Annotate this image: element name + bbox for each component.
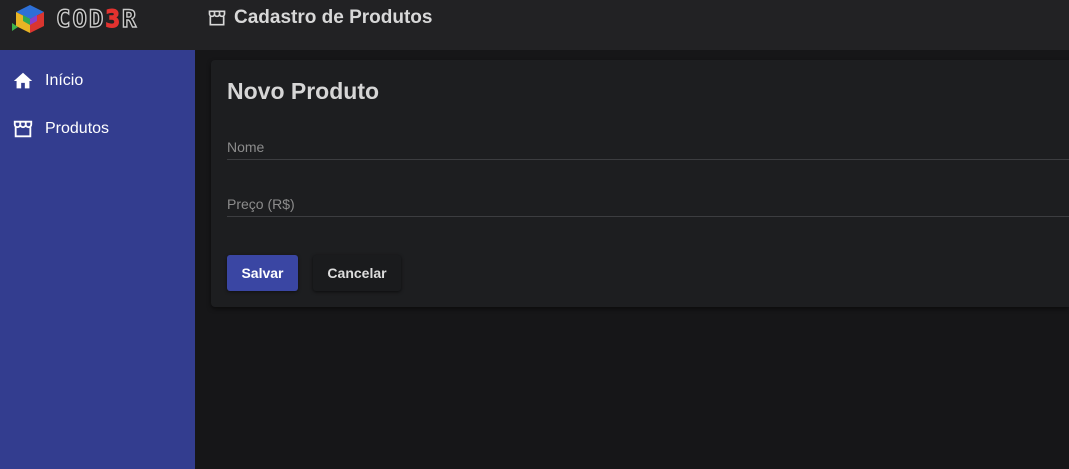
- top-toolbar: COD3R Cadastro de Produtos: [0, 0, 1069, 50]
- sidebar-item-produtos[interactable]: Produtos: [0, 109, 195, 149]
- form-title: Novo Produto: [227, 78, 380, 104]
- store-icon: [207, 8, 227, 28]
- sidebar-item-inicio[interactable]: Início: [0, 61, 195, 101]
- name-input[interactable]: [227, 134, 1069, 159]
- sidebar: Início Produtos: [0, 50, 195, 469]
- name-field: [227, 134, 1069, 160]
- app-title-text: Cadastro de Produtos: [234, 7, 433, 28]
- cod3r-logo[interactable]: COD3R: [10, 3, 182, 35]
- store-icon: [12, 118, 34, 140]
- cancel-button[interactable]: Cancelar: [313, 255, 401, 291]
- sidebar-item-label: Início: [45, 72, 84, 89]
- logo-text: COD3R: [55, 5, 139, 33]
- price-input[interactable]: [227, 191, 1069, 216]
- product-form-card: Novo Produto Salvar Cancelar: [211, 60, 1069, 307]
- sidebar-item-label: Produtos: [45, 120, 110, 137]
- logo-cube-icon: [12, 5, 44, 33]
- app-title: Cadastro de Produtos: [207, 6, 432, 30]
- save-button[interactable]: Salvar: [227, 255, 298, 291]
- home-icon: [12, 70, 34, 92]
- price-field: [227, 191, 1069, 217]
